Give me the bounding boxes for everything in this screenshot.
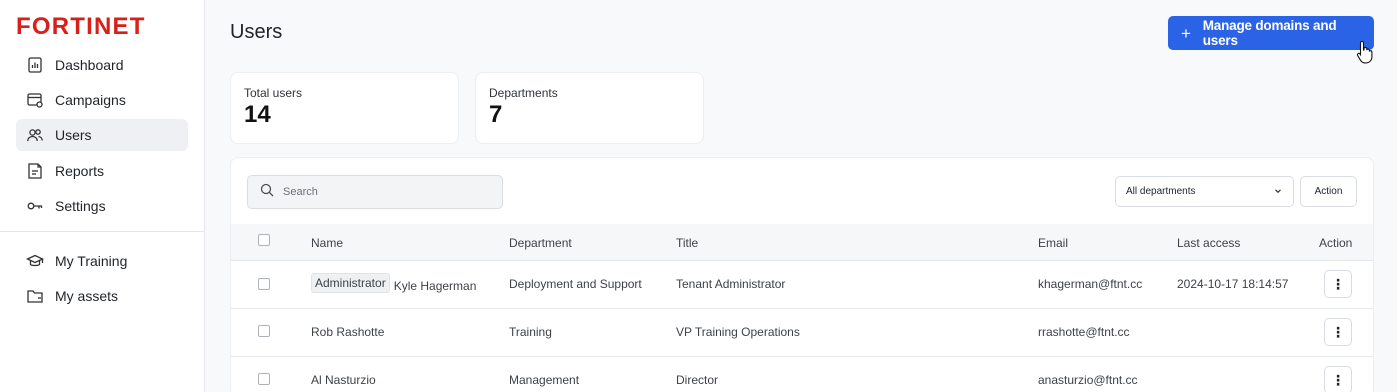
row-menu-button[interactable]: ⋮: [1324, 270, 1352, 298]
departments-card: Departments 7: [475, 72, 704, 144]
sidebar-item-label: Reports: [55, 163, 105, 179]
row-checkbox[interactable]: [258, 373, 270, 385]
key-icon: [25, 196, 45, 216]
last-access-cell: 2024-10-17 18:14:57: [1177, 277, 1289, 291]
sidebar-item-label: My Training: [55, 253, 128, 269]
reports-icon: [25, 161, 45, 181]
page-title: Users: [230, 21, 283, 43]
sidebar-item-campaigns[interactable]: Campaigns: [16, 84, 188, 116]
stat-label: Total users: [244, 86, 303, 100]
sidebar-item-dashboard[interactable]: Dashboard: [16, 49, 188, 81]
user-name: Rob Rashotte: [311, 325, 385, 339]
select-all-checkbox[interactable]: [258, 234, 270, 246]
sidebar-item-my-assets[interactable]: My assets: [16, 280, 188, 312]
sidebar: FORTINET Dashboard Campaigns Users Repor…: [0, 0, 205, 392]
table-row[interactable]: Al Nasturzio Management Director anastur…: [231, 357, 1373, 392]
sidebar-item-label: My assets: [55, 288, 119, 304]
column-header-email[interactable]: Email: [1038, 236, 1068, 250]
search-box[interactable]: [247, 175, 503, 209]
table-row[interactable]: Administrator Kyle Hagerman Deployment an…: [231, 261, 1373, 309]
email-cell: rrashotte@ftnt.cc: [1038, 325, 1130, 339]
search-input[interactable]: [283, 186, 483, 198]
search-icon: [260, 183, 274, 202]
sidebar-item-label: Dashboard: [55, 57, 124, 73]
stat-value: 14: [244, 101, 271, 128]
graduation-cap-icon: [25, 251, 45, 271]
users-icon: [25, 125, 45, 145]
row-menu-button[interactable]: ⋮: [1324, 366, 1352, 392]
email-cell: anasturzio@ftnt.cc: [1038, 373, 1138, 387]
department-cell: Training: [509, 325, 552, 339]
sidebar-item-users[interactable]: Users: [16, 119, 188, 151]
department-cell: Deployment and Support: [509, 277, 642, 291]
user-name: Al Nasturzio: [311, 373, 376, 387]
column-header-department[interactable]: Department: [509, 236, 572, 250]
department-filter-value: All departments: [1126, 186, 1196, 197]
row-checkbox[interactable]: [258, 325, 270, 337]
user-name-cell: Administrator Kyle Hagerman: [311, 273, 477, 296]
row-checkbox[interactable]: [258, 278, 270, 290]
sidebar-item-settings[interactable]: Settings: [16, 190, 188, 222]
role-badge: Administrator: [311, 273, 390, 293]
plus-icon: +: [1181, 23, 1191, 43]
column-header-action: Action: [1319, 236, 1353, 250]
hand-pointer-cursor-icon: [1356, 40, 1374, 69]
total-users-card: Total users 14: [230, 72, 459, 144]
fortinet-logo[interactable]: FORTINET: [16, 13, 190, 43]
sidebar-item-reports[interactable]: Reports: [16, 155, 188, 187]
manage-domains-and-users-button[interactable]: + Manage domains and users: [1168, 16, 1374, 50]
stat-label: Departments: [489, 86, 558, 100]
title-cell: Director: [676, 373, 719, 387]
users-table-card: All departments Action Name Department T…: [230, 157, 1374, 392]
bulk-action-button[interactable]: Action: [1300, 176, 1357, 207]
chevron-down-icon: [1273, 186, 1283, 199]
main-content: Users + Manage domains and users Total u…: [205, 0, 1397, 392]
department-filter-select[interactable]: All departments: [1115, 176, 1294, 207]
campaigns-icon: [25, 90, 45, 110]
column-header-title[interactable]: Title: [676, 236, 698, 250]
user-name: Kyle Hagerman: [393, 279, 477, 293]
sidebar-divider: [0, 231, 204, 232]
manage-domains-and-users-label: Manage domains and users: [1202, 18, 1337, 48]
table-row[interactable]: Rob Rashotte Training VP Training Operat…: [231, 309, 1373, 357]
department-cell: Management: [509, 373, 580, 387]
column-header-last-access[interactable]: Last access: [1177, 236, 1240, 250]
folder-icon: [25, 286, 45, 306]
sidebar-item-my-training[interactable]: My Training: [16, 245, 188, 277]
fortinet-logo-graphic: FORTINET: [16, 13, 146, 40]
title-cell: Tenant Administrator: [676, 277, 786, 291]
sidebar-item-label: Campaigns: [55, 92, 126, 108]
dashboard-icon: [25, 55, 45, 75]
fortinet-logo-text: FORTINET: [16, 14, 146, 38]
email-cell: khagerman@ftnt.cc: [1038, 277, 1143, 291]
column-header-name[interactable]: Name: [311, 236, 343, 250]
sidebar-item-label: Settings: [55, 198, 106, 214]
sidebar-item-label: Users: [55, 127, 92, 143]
row-menu-button[interactable]: ⋮: [1324, 318, 1352, 346]
table-header: Name Department Title Email Last access …: [231, 224, 1373, 261]
title-cell: VP Training Operations: [676, 325, 800, 339]
stat-value: 7: [489, 101, 503, 128]
